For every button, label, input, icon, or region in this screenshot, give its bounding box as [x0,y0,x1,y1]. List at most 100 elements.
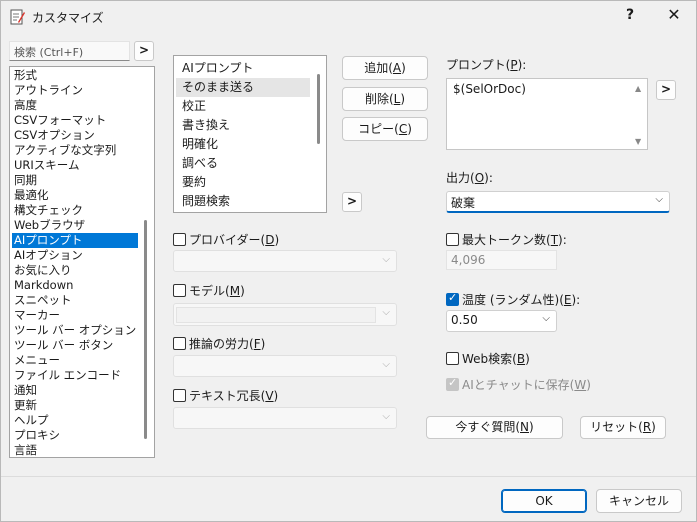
web-search-checkbox[interactable]: Web検索(B) [446,350,530,367]
category-item[interactable]: 形式 [12,68,138,83]
category-item[interactable]: 構文チェック [12,203,138,218]
help-button[interactable]: ? [618,7,642,27]
model-label: モデル [189,284,226,298]
max-tokens-checkbox[interactable]: 最大トークン数(T): [446,231,567,248]
category-item[interactable]: スニペット [12,293,138,308]
output-value: 破棄 [451,196,476,210]
provider-checkbox[interactable]: プロバイダー(D) [173,231,279,248]
ask-now-key: N [520,420,529,434]
web-search-check-icon [446,352,459,365]
prompt-list-item[interactable]: 調べる [176,154,310,173]
copy-label: コピー [358,122,395,136]
chevron-down-icon: ⌵ [382,254,390,265]
reasoning-key: F [253,337,261,351]
temperature-dropdown[interactable]: 0.50 ⌵ [446,310,557,332]
category-item[interactable]: プロキシ [12,428,138,443]
reset-key: R [642,420,652,434]
category-list[interactable]: 形式 アウトライン 高度 CSVフォーマット CSVオプション アクティブな文字列 URIス… [9,66,155,458]
temperature-checkbox[interactable]: 温度 (ランダム性)(E): [446,291,580,308]
add-label: 追加 [364,61,389,75]
verbosity-label: テキスト冗長 [189,389,261,403]
category-item[interactable]: Markdown [12,278,138,293]
category-list-scrollbar[interactable] [144,220,147,439]
category-item[interactable]: ヘルプ [12,413,138,428]
verbosity-key: V [265,389,274,403]
footer-divider [1,476,696,477]
category-item[interactable]: ツール バー オプション [12,323,138,338]
category-item[interactable]: 同期 [12,173,138,188]
save-chat-label: AIとチャットに保存 [462,378,570,392]
category-item[interactable]: AIプロンプト [12,233,138,248]
category-item[interactable]: 更新 [12,398,138,413]
provider-dropdown: ⌵ [173,250,397,272]
max-tokens-check-icon [446,233,459,246]
prompt-list-item[interactable]: 書き換え [176,116,310,135]
reasoning-dropdown: ⌵ [173,355,397,377]
prompt-list-item[interactable]: 校正 [176,97,310,116]
reset-button[interactable]: リセット(R) [580,416,666,439]
category-item[interactable]: 通知 [12,383,138,398]
output-dropdown[interactable]: 破棄 ⌵ [446,191,670,213]
scroll-down-icon[interactable]: ▼ [635,137,641,146]
prompt-label-text: プロンプト [446,58,506,72]
web-search-key: B [516,352,526,366]
temperature-value: 0.50 [451,313,478,327]
cancel-button[interactable]: キャンセル [596,489,682,513]
ok-button[interactable]: OK [501,489,587,513]
chevron-down-icon: ⌵ [382,359,390,370]
chevron-down-icon: ⌵ [655,194,663,205]
add-key: A [392,61,402,75]
add-button[interactable]: 追加(A) [342,56,428,80]
category-item[interactable]: ファイル エンコード [12,368,138,383]
category-item[interactable]: お気に入り [12,263,138,278]
prompt-list-item[interactable]: 要約 [176,173,310,192]
chevron-down-icon: ⌵ [542,313,550,324]
prompt-textarea[interactable]: $(SelOrDoc) [446,78,648,150]
max-tokens-label: 最大トークン数 [462,233,547,247]
reasoning-check-icon [173,337,186,350]
prompt-insert-button[interactable]: > [656,80,676,100]
temperature-check-icon [446,291,459,306]
reasoning-checkbox[interactable]: 推論の労力(F) [173,335,265,352]
verbosity-dropdown: ⌵ [173,407,397,429]
category-item[interactable]: 最適化 [12,188,138,203]
search-input[interactable]: 検索 (Ctrl+F) [9,41,130,61]
search-go-button[interactable]: > [134,41,154,61]
prompt-list-item[interactable]: そのまま送る [176,78,310,97]
prompt-list-scrollbar[interactable] [317,74,320,144]
prompt-list-item[interactable]: AIプロンプト [176,59,310,78]
prompt-list[interactable]: 問題検索 要約 調べる 明確化 書き換え 校正 そのまま送る AIプロンプト [173,55,327,213]
title-bar [1,1,696,33]
category-item[interactable]: 言語 [12,443,138,457]
move-button[interactable]: > [342,192,362,212]
category-item[interactable]: ツール バー ボタン [12,338,138,353]
model-dropdown-field [176,307,376,323]
copy-button[interactable]: コピー(C) [342,117,428,141]
category-item[interactable]: 高度 [12,98,138,113]
customize-dialog: カスタマイズ ? ✕ 検索 (Ctrl+F) > 形式 アウトライン 高度 CSVフォ… [0,0,697,522]
ask-now-label: 今すぐ質問 [455,420,516,434]
prompt-list-item[interactable]: 問題検索 [176,192,310,211]
max-tokens-key: T [550,233,559,247]
output-label: 出力(O): [446,171,493,185]
ask-now-button[interactable]: 今すぐ質問(N) [426,416,563,439]
category-item[interactable]: アウトライン [12,83,138,98]
category-item[interactable]: メニュー [12,353,138,368]
category-item[interactable]: アクティブな文字列 [12,143,138,158]
model-checkbox[interactable]: モデル(M) [173,282,245,299]
category-item[interactable]: マーカー [12,308,138,323]
verbosity-checkbox[interactable]: テキスト冗長(V) [173,387,278,404]
delete-button[interactable]: 削除(L) [342,87,428,111]
category-item[interactable]: Webブラウザ [12,218,138,233]
model-key: M [229,284,241,298]
close-button[interactable]: ✕ [661,5,687,27]
prompt-list-item[interactable]: 明確化 [176,135,310,154]
scroll-up-icon[interactable]: ▲ [635,84,641,93]
category-item[interactable]: AIオプション [12,248,138,263]
category-item[interactable]: CSVフォーマット [12,113,138,128]
model-check-icon [173,284,186,297]
window-title: カスタマイズ [32,11,104,25]
category-item[interactable]: CSVオプション [12,128,138,143]
delete-key: L [393,92,401,106]
category-item[interactable]: URIスキーム [12,158,138,173]
